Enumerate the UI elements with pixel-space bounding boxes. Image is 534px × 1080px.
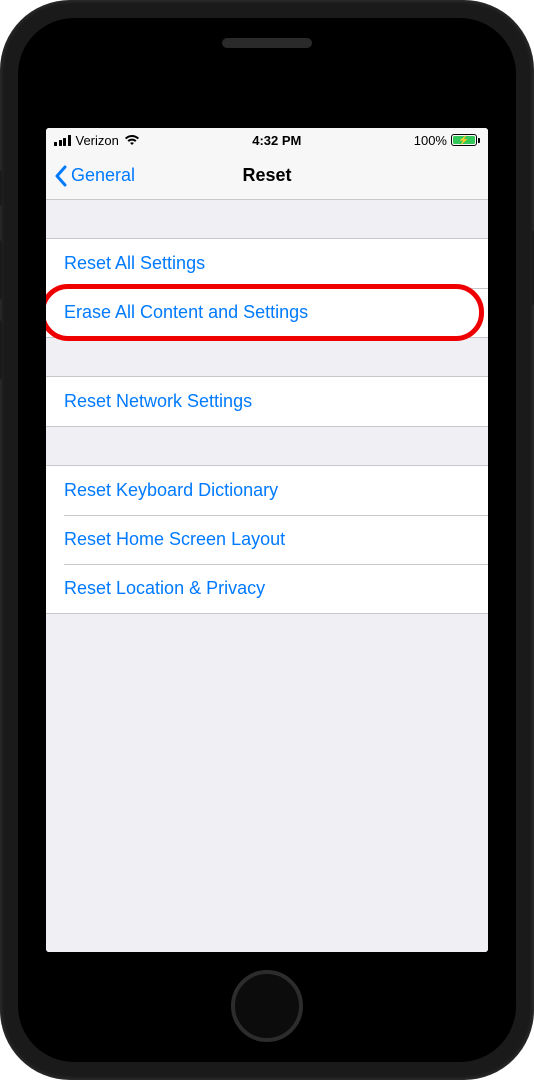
erase-all-content-and-settings[interactable]: Erase All Content and Settings (46, 288, 488, 337)
device-frame: Verizon 4:32 PM 100% ⚡ (0, 0, 534, 1080)
wifi-icon (124, 134, 140, 146)
volume-up-button (0, 240, 2, 300)
status-bar: Verizon 4:32 PM 100% ⚡ (46, 128, 488, 152)
device-bezel: Verizon 4:32 PM 100% ⚡ (18, 18, 516, 1062)
screen: Verizon 4:32 PM 100% ⚡ (46, 128, 488, 952)
content: Reset All Settings Erase All Content and… (46, 200, 488, 952)
reset-network-settings[interactable]: Reset Network Settings (46, 377, 488, 426)
mute-switch (0, 170, 2, 206)
page-title: Reset (242, 165, 291, 186)
status-left: Verizon (54, 133, 140, 148)
row-label: Reset Network Settings (64, 391, 252, 411)
status-time: 4:32 PM (252, 133, 301, 148)
battery-icon: ⚡ (451, 134, 480, 146)
nav-bar: General Reset (46, 152, 488, 200)
settings-group-1: Reset All Settings Erase All Content and… (46, 238, 488, 338)
back-button[interactable]: General (54, 165, 135, 187)
settings-group-2: Reset Network Settings (46, 376, 488, 427)
row-label: Reset Home Screen Layout (64, 529, 285, 549)
reset-home-screen-layout[interactable]: Reset Home Screen Layout (46, 515, 488, 564)
reset-location-and-privacy[interactable]: Reset Location & Privacy (46, 564, 488, 613)
reset-all-settings[interactable]: Reset All Settings (46, 239, 488, 288)
settings-group-3: Reset Keyboard Dictionary Reset Home Scr… (46, 465, 488, 614)
row-label: Reset Location & Privacy (64, 578, 265, 598)
row-label: Erase All Content and Settings (64, 302, 308, 322)
cellular-signal-icon (54, 135, 71, 146)
volume-down-button (0, 320, 2, 380)
reset-keyboard-dictionary[interactable]: Reset Keyboard Dictionary (46, 466, 488, 515)
status-right: 100% ⚡ (414, 133, 480, 148)
home-button[interactable] (231, 970, 303, 1042)
back-label: General (71, 165, 135, 186)
battery-percent-label: 100% (414, 133, 447, 148)
row-label: Reset Keyboard Dictionary (64, 480, 278, 500)
row-label: Reset All Settings (64, 253, 205, 273)
carrier-label: Verizon (76, 133, 119, 148)
earpiece (222, 38, 312, 48)
chevron-left-icon (54, 165, 67, 187)
